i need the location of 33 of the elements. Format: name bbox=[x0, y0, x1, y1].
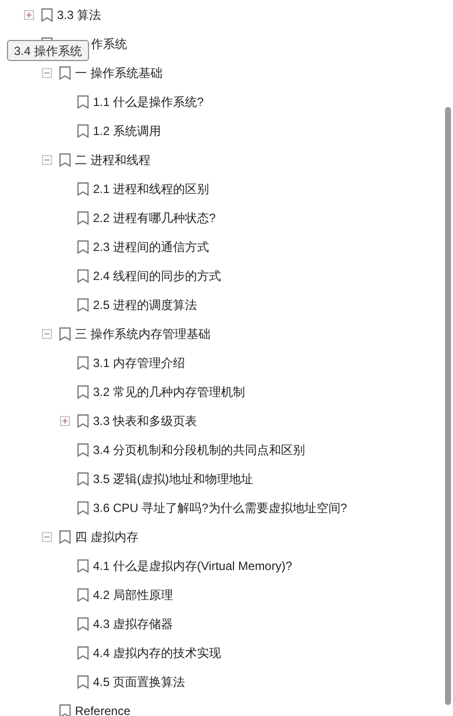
collapse-toggle[interactable] bbox=[42, 154, 52, 164]
bookmark-item[interactable]: 作系统 bbox=[91, 34, 127, 52]
collapse-toggle[interactable] bbox=[42, 532, 52, 542]
bookmark-item[interactable]: 二 进程和线程 bbox=[75, 150, 150, 168]
bookmark-item[interactable]: 3.6 CPU 寻址了解吗?为什么需要虚拟地址空间? bbox=[93, 498, 348, 516]
bookmark-item[interactable]: 2.3 进程间的通信方式 bbox=[93, 238, 210, 256]
expand-toggle[interactable] bbox=[60, 416, 70, 426]
bookmark-item[interactable]: 四 虚拟内存 bbox=[75, 528, 138, 546]
collapse-toggle[interactable] bbox=[42, 68, 52, 78]
bookmark-item[interactable]: 3.5 逻辑(虚拟)地址和物理地址 bbox=[93, 470, 254, 488]
bookmark-item[interactable]: 3.1 内存管理介绍 bbox=[93, 354, 186, 372]
bookmark-item[interactable]: 2.4 线程间的同步的方式 bbox=[93, 266, 222, 284]
bookmark-item[interactable]: 1.1 什么是操作系统? bbox=[93, 92, 204, 110]
scrollbar-thumb[interactable] bbox=[445, 107, 451, 705]
bookmark-item[interactable]: 3.3 算法 bbox=[57, 6, 102, 24]
expand-toggle[interactable] bbox=[24, 10, 34, 20]
bookmark-item[interactable]: 3.2 常见的几种内存管理机制 bbox=[93, 382, 246, 400]
bookmark-item[interactable]: Reference bbox=[75, 702, 130, 716]
bookmark-item[interactable]: 4.3 虚拟存储器 bbox=[93, 614, 174, 632]
bookmark-item[interactable]: 2.5 进程的调度算法 bbox=[93, 296, 198, 314]
bookmark-item[interactable]: 4.1 什么是虚拟内存(Virtual Memory)? bbox=[93, 556, 292, 574]
bookmark-item[interactable]: 3.3 快表和多级页表 bbox=[93, 412, 198, 430]
bookmark-item[interactable]: 2.1 进程和线程的区别 bbox=[93, 180, 210, 198]
tooltip: 3.4 操作系统 bbox=[7, 40, 90, 61]
collapse-toggle[interactable] bbox=[42, 328, 52, 338]
bookmark-item[interactable]: 2.2 进程有哪几种状态? bbox=[93, 208, 216, 226]
bookmark-item[interactable]: 三 操作系统内存管理基础 bbox=[75, 324, 210, 342]
bookmark-item[interactable]: 4.5 页面置换算法 bbox=[93, 672, 186, 690]
bookmark-item[interactable]: 4.4 虚拟内存的技术实现 bbox=[93, 644, 222, 662]
bookmark-item[interactable]: 一 操作系统基础 bbox=[75, 64, 162, 82]
bookmark-item[interactable]: 1.2 系统调用 bbox=[93, 122, 162, 140]
bookmark-item[interactable]: 3.4 分页机制和分段机制的共同点和区别 bbox=[93, 440, 306, 458]
bookmark-item[interactable]: 4.2 局部性原理 bbox=[93, 586, 174, 604]
